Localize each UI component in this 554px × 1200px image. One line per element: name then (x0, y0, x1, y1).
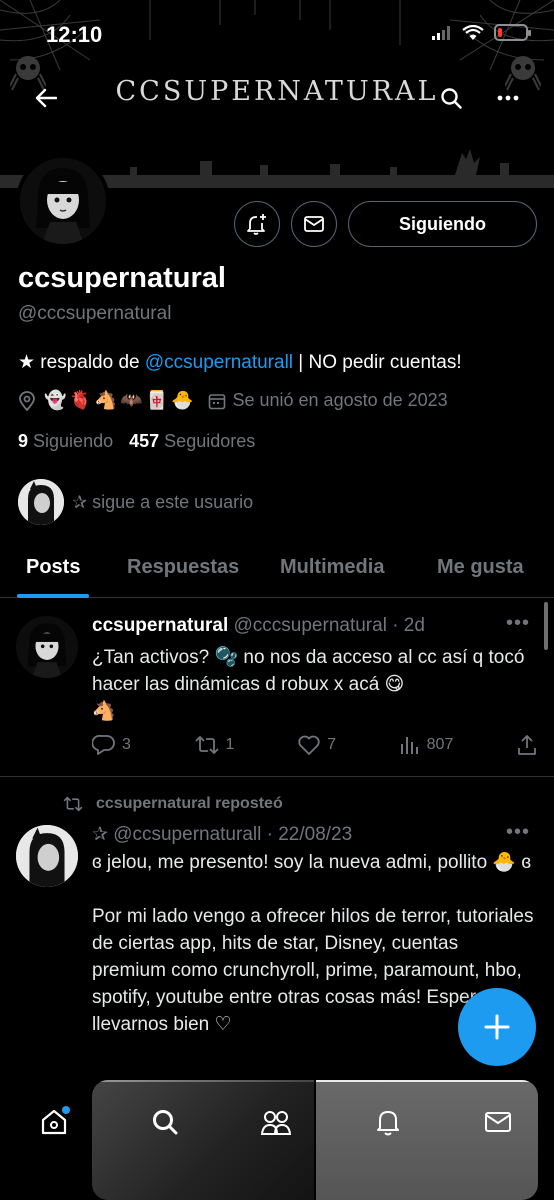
followed-by-row[interactable]: ✰ sigue a este usuario (18, 479, 253, 525)
profile-bio: ★ respaldo de @ccsupernaturall | NO pedi… (18, 351, 462, 374)
share-icon (518, 735, 536, 755)
signal-icon (432, 25, 450, 40)
following-link[interactable]: 9 Siguiendo (18, 431, 113, 452)
more-options-button[interactable] (488, 78, 528, 118)
nav-messages[interactable] (478, 1102, 518, 1142)
avatar-image (16, 616, 78, 678)
avatar-image (20, 158, 106, 244)
tab-posts[interactable]: Posts (26, 556, 80, 579)
back-arrow-icon (35, 88, 57, 108)
like-count: 7 (327, 736, 336, 753)
followers-count: 457 (129, 431, 160, 451)
post-text: ¿Tan activos? 🫧 no nos da acceso al cc a… (92, 647, 525, 722)
post[interactable]: ccsupernatural @cccsupernatural · 2d •••… (0, 600, 554, 776)
follower-avatar (18, 479, 64, 525)
envelope-icon (304, 216, 324, 232)
search-icon (441, 88, 462, 109)
post-avatar[interactable] (16, 825, 78, 887)
wifi-icon (462, 24, 484, 40)
tab-replies[interactable]: Respuestas (127, 556, 239, 579)
post-header: ccsupernatural @cccsupernatural · 2d (92, 615, 425, 637)
repost-button[interactable]: 1 (194, 735, 235, 755)
follow-stats: 9 Siguiendo 457 Seguidores (18, 431, 255, 452)
avatar-image (16, 825, 78, 887)
profile-display-name: ccsupernatural (18, 262, 226, 294)
reply-button[interactable]: 3 (92, 734, 131, 756)
reply-count: 3 (122, 736, 131, 753)
nav-home[interactable] (34, 1102, 74, 1142)
post-more-button[interactable]: ••• (506, 821, 530, 844)
back-button[interactable] (26, 78, 66, 118)
bio-text: | NO pedir cuentas! (293, 352, 462, 373)
post-avatar[interactable] (16, 616, 78, 678)
battery-level (498, 28, 502, 37)
post-author-name[interactable]: ✰ (92, 824, 108, 845)
bottom-nav (0, 1082, 554, 1200)
heart-icon (298, 735, 320, 755)
nav-search[interactable] (145, 1102, 185, 1142)
nav-communities[interactable] (256, 1102, 296, 1142)
repost-label[interactable]: ccsupernatural reposteó (96, 795, 283, 813)
post-meta: @cccsupernatural · 2d (233, 615, 425, 636)
bio-mention-link[interactable]: @ccsupernaturall (145, 352, 293, 373)
bio-text: ★ respaldo de (18, 352, 145, 373)
post-actions: 3 1 7 807 (92, 734, 538, 756)
profile-meta: 👻🫀🐴🦇🀄🐣 Se unió en agosto de 2023 (18, 390, 448, 411)
followers-label: Seguidores (164, 431, 256, 451)
calendar-icon (209, 393, 226, 409)
share-button[interactable] (516, 734, 538, 756)
compose-post-button[interactable] (458, 988, 536, 1066)
reply-icon (92, 734, 115, 755)
tab-likes[interactable]: Me gusta (437, 556, 524, 579)
like-button[interactable]: 7 (297, 734, 336, 756)
tab-media[interactable]: Multimedia (280, 556, 384, 579)
views-button[interactable]: 807 (399, 735, 454, 755)
active-tab-indicator (17, 594, 89, 598)
following-label: Siguiendo (33, 431, 114, 451)
status-bar: 12:10 (0, 0, 554, 60)
bell-plus-icon (247, 214, 266, 235)
followers-link[interactable]: 457 Seguidores (129, 431, 255, 452)
post-header: ✰ @ccsupernaturall · 22/08/23 (92, 823, 352, 846)
profile-avatar[interactable] (16, 154, 110, 248)
more-dots-icon (497, 95, 519, 101)
post-author-name[interactable]: ccsupernatural (92, 615, 228, 636)
view-count: 807 (426, 736, 454, 753)
repost-indicator: ccsupernatural reposteó (62, 795, 283, 813)
plus-icon (484, 1014, 510, 1040)
envelope-icon (485, 1112, 511, 1132)
communities-icon (261, 1111, 291, 1135)
message-button[interactable] (291, 201, 337, 247)
repost-icon (63, 796, 83, 812)
battery-icon (494, 24, 531, 41)
notifications-button[interactable] (234, 201, 280, 247)
location-emojis: 👻🫀🐴🦇🀄🐣 (44, 390, 197, 410)
repost-icon (194, 736, 219, 754)
following-count: 9 (18, 431, 29, 451)
profile-handle: @cccsupernatural (18, 303, 172, 324)
avatar-image (18, 479, 64, 525)
location-pin-icon (19, 390, 35, 411)
joined-date: Se unió en agosto de 2023 (232, 390, 448, 410)
post-more-button[interactable]: ••• (506, 612, 530, 635)
following-button[interactable]: Siguiendo (348, 201, 537, 247)
repost-count: 1 (225, 736, 235, 753)
search-icon (153, 1110, 178, 1135)
notification-dot (62, 1106, 70, 1114)
search-button[interactable] (431, 78, 471, 118)
profile-tabs: Posts Respuestas Multimedia Me gusta (0, 540, 554, 598)
nav-notifications[interactable] (368, 1102, 408, 1142)
status-time: 12:10 (46, 22, 103, 47)
views-chart-icon (400, 737, 418, 754)
bell-icon (377, 1111, 399, 1136)
followed-by-text: ✰ sigue a este usuario (72, 491, 254, 512)
post-meta: @ccsupernaturall · 22/08/23 (113, 824, 353, 845)
